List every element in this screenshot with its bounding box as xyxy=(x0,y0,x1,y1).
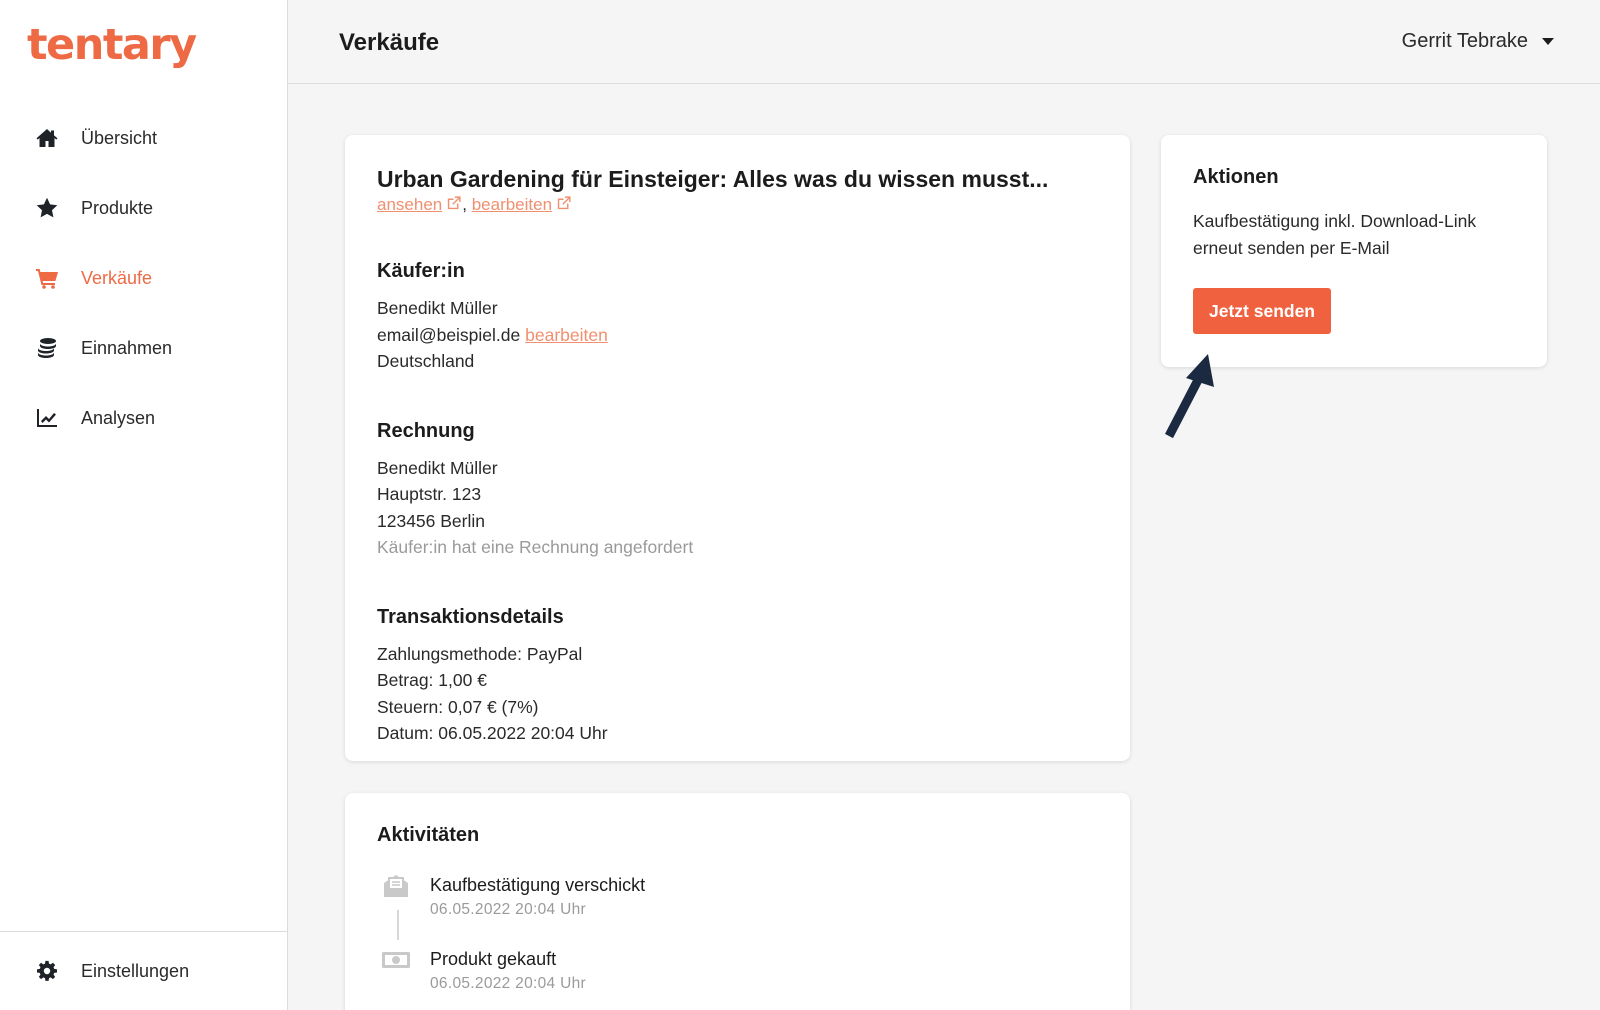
coins-icon xyxy=(34,335,60,361)
list-item: Kaufbestätigung verschickt 06.05.2022 20… xyxy=(377,873,1098,947)
external-link-icon xyxy=(448,196,461,210)
activity-card: Aktivitäten Kaufbestätigung verschickt 0… xyxy=(345,793,1130,1010)
view-product-link[interactable]: ansehen xyxy=(377,195,462,214)
invoice-heading: Rechnung xyxy=(377,419,475,442)
cart-icon xyxy=(34,265,60,291)
activity-label: Kaufbestätigung verschickt xyxy=(430,875,646,895)
invoice-street: Hauptstr. 123 xyxy=(377,484,482,504)
annotation-arrow-icon xyxy=(1165,354,1214,439)
sidebar-item-produkte[interactable]: Produkte xyxy=(0,173,287,243)
sidebar-item-label: Einstellungen xyxy=(81,960,190,981)
sale-details-card: Urban Gardening für Einsteiger: Alles wa… xyxy=(345,135,1130,761)
amount: Betrag: 1,00 € xyxy=(377,670,487,690)
buyer-country: Deutschland xyxy=(377,351,475,371)
buyer-name: Benedikt Müller xyxy=(377,298,498,318)
page-title: Verkäufe xyxy=(339,29,440,56)
buyer-info: Benedikt Müller email@beispiel.de bearbe… xyxy=(377,295,1098,375)
sidebar-item-einnahmen[interactable]: Einnahmen xyxy=(0,313,287,383)
sidebar-item-label: Verkäufe xyxy=(81,267,153,288)
product-links: ansehen, bearbeiten xyxy=(377,195,1098,215)
user-name: Gerrit Tebrake xyxy=(1401,30,1528,52)
sidebar-item-analysen[interactable]: Analysen xyxy=(0,383,287,453)
gear-icon xyxy=(34,958,60,984)
sidebar-item-verkaeufe[interactable]: Verkäufe xyxy=(0,243,287,313)
tax: Steuern: 0,07 € (7%) xyxy=(377,696,539,717)
sidebar-nav: Übersicht Produkte Verkäufe Einnahmen An… xyxy=(0,103,287,453)
star-icon xyxy=(34,195,60,221)
actions-description-line: erneut senden per E-Mail xyxy=(1193,237,1390,258)
activity-label: Produkt gekauft xyxy=(430,949,557,969)
activity-date: 06.05.2022 20:04 Uhr xyxy=(430,901,586,918)
sidebar-item-einstellungen[interactable]: Einstellungen xyxy=(0,931,287,1010)
transaction-info: Zahlungsmethode: PayPal Betrag: 1,00 € S… xyxy=(377,641,1098,747)
sidebar-item-uebersicht[interactable]: Übersicht xyxy=(0,103,287,173)
date: Datum: 06.05.2022 20:04 Uhr xyxy=(377,723,608,743)
list-item: Produkt gekauft 06.05.2022 20:04 Uhr xyxy=(377,947,1098,1010)
edit-product-link[interactable]: bearbeiten xyxy=(472,195,572,214)
edit-email-link[interactable]: bearbeiten xyxy=(525,325,608,345)
invoice-info: Benedikt Müller Hauptstr. 123 123456 Ber… xyxy=(377,455,1098,561)
chart-line-icon xyxy=(34,405,60,431)
actions-heading: Aktionen xyxy=(1193,166,1279,188)
actions-description-line: Kaufbestätigung inkl. Download-Link xyxy=(1193,211,1477,231)
invoice-city: 123456 Berlin xyxy=(377,510,485,531)
payment-method: Zahlungsmethode: PayPal xyxy=(377,643,583,664)
actions-description: Kaufbestätigung inkl. Download-Link erne… xyxy=(1193,208,1515,261)
activity-heading: Aktivitäten xyxy=(377,824,480,846)
home-icon xyxy=(34,125,60,151)
external-link-icon xyxy=(557,196,571,210)
link-separator: , xyxy=(462,195,467,214)
activity-text: Kaufbestätigung verschickt 06.05.2022 20… xyxy=(430,875,645,919)
invoice-note: Käufer:in hat eine Rechnung angefordert xyxy=(377,537,694,557)
actions-card: Aktionen Kaufbestätigung inkl. Download-… xyxy=(1161,135,1547,367)
money-bill-icon xyxy=(382,952,410,968)
activity-date: 06.05.2022 20:04 Uhr xyxy=(430,975,586,992)
timeline-connector xyxy=(397,910,399,940)
product-title: Urban Gardening für Einsteiger: Alles wa… xyxy=(377,166,1049,192)
send-now-button[interactable]: Jetzt senden xyxy=(1193,288,1331,334)
buyer-email-row: email@beispiel.de bearbeiten xyxy=(377,322,1098,349)
caret-down-icon xyxy=(1542,38,1554,45)
sidebar-item-label: Übersicht xyxy=(81,127,158,148)
top-header: Verkäufe Gerrit Tebrake xyxy=(288,0,1600,84)
invoice-name: Benedikt Müller xyxy=(377,457,498,478)
mail-open-icon xyxy=(384,875,408,897)
brand-logo[interactable]: tentary xyxy=(27,20,197,70)
user-menu[interactable]: Gerrit Tebrake xyxy=(1402,30,1554,53)
transaction-heading: Transaktionsdetails xyxy=(377,605,564,628)
sidebar: tentary Übersicht Produkte Verkäufe Einn… xyxy=(0,0,288,1010)
sidebar-item-label: Produkte xyxy=(81,197,154,218)
buyer-email: email@beispiel.de xyxy=(377,324,521,345)
activity-list: Kaufbestätigung verschickt 06.05.2022 20… xyxy=(377,873,1098,1010)
buyer-heading: Käufer:in xyxy=(377,260,465,282)
sidebar-item-label: Einnahmen xyxy=(81,337,173,358)
activity-text: Produkt gekauft 06.05.2022 20:04 Uhr xyxy=(430,949,586,993)
sidebar-item-label: Analysen xyxy=(81,407,156,428)
